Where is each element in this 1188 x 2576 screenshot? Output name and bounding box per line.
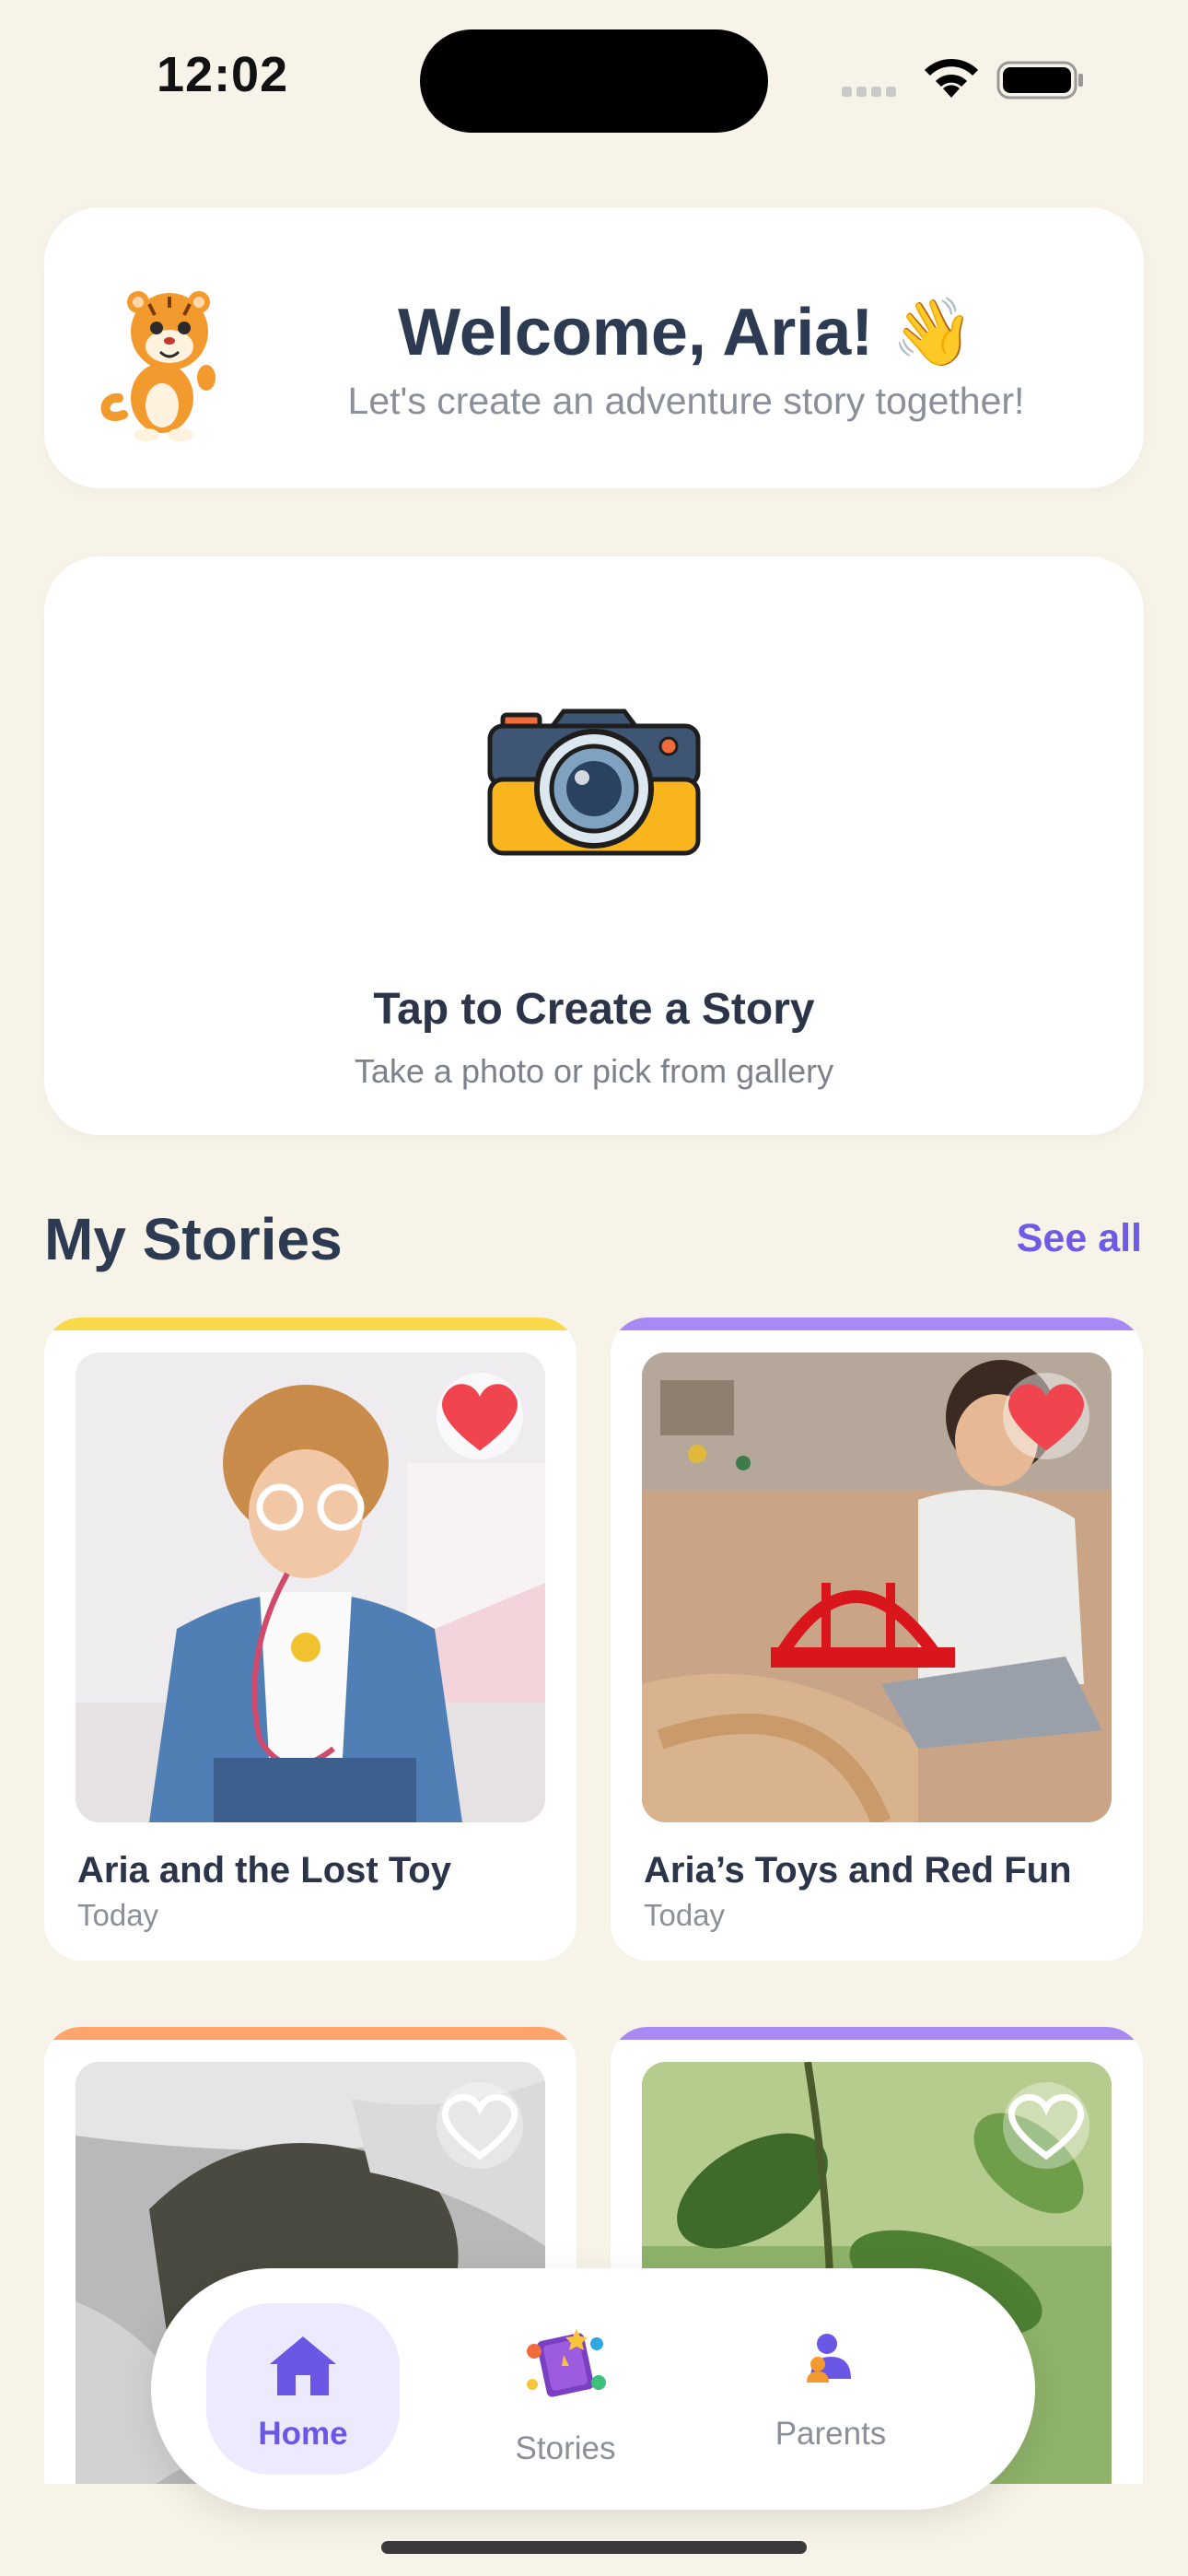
tab-home[interactable]: Home — [206, 2303, 400, 2475]
storybook-icon — [527, 2329, 606, 2397]
signal-dots-icon — [842, 85, 906, 97]
heart-filled-icon — [442, 1384, 518, 1451]
heart-filled-icon — [1008, 1384, 1084, 1451]
favorite-button[interactable] — [437, 1373, 523, 1459]
my-stories-heading: My Stories — [44, 1206, 343, 1272]
tab-home-label: Home — [258, 2416, 348, 2452]
story-accent-bar — [44, 2027, 577, 2040]
story-card[interactable]: Aria’s Toys and Red Fun Today — [611, 1317, 1143, 1961]
heart-outline-icon — [441, 2093, 518, 2160]
favorite-button[interactable] — [1003, 2082, 1089, 2169]
tab-stories[interactable]: Stories — [469, 2313, 662, 2484]
create-story-subtitle: Take a photo or pick from gallery — [354, 1052, 834, 1090]
story-title: Aria’s Toys and Red Fun — [644, 1850, 1072, 1891]
story-title: Aria and the Lost Toy — [77, 1850, 451, 1891]
tab-stories-label: Stories — [515, 2430, 616, 2466]
story-date: Today — [644, 1898, 726, 1932]
welcome-subtitle: Let's create an adventure story together… — [347, 380, 1025, 422]
tiger-mascot-icon — [96, 276, 243, 442]
dynamic-island — [420, 29, 768, 133]
see-all-link[interactable]: See all — [995, 1216, 1142, 1261]
favorite-button[interactable] — [437, 2082, 523, 2169]
status-time: 12:02 — [157, 47, 289, 102]
child-train-bridge-photo — [642, 1352, 1112, 1822]
camera-icon — [486, 706, 702, 859]
story-accent-bar — [611, 2027, 1143, 2040]
tab-parents[interactable]: Parents — [734, 2303, 927, 2475]
parent-icon — [807, 2334, 851, 2383]
story-date: Today — [77, 1898, 159, 1932]
story-accent-bar — [611, 1317, 1143, 1330]
welcome-title: Welcome, Aria! 👋 — [398, 296, 974, 369]
story-card[interactable]: Aria and the Lost Toy Today — [44, 1317, 577, 1961]
create-story-title: Tap to Create a Story — [373, 985, 815, 1034]
favorite-button[interactable] — [1003, 1373, 1089, 1459]
child-doctor-photo — [76, 1352, 545, 1822]
home-icon — [270, 2336, 336, 2395]
story-accent-bar — [44, 1317, 577, 1330]
heart-outline-icon — [1007, 2093, 1085, 2160]
wifi-icon — [919, 53, 984, 101]
home-indicator — [381, 2541, 807, 2554]
battery-icon — [996, 61, 1085, 100]
tab-parents-label: Parents — [775, 2416, 887, 2452]
